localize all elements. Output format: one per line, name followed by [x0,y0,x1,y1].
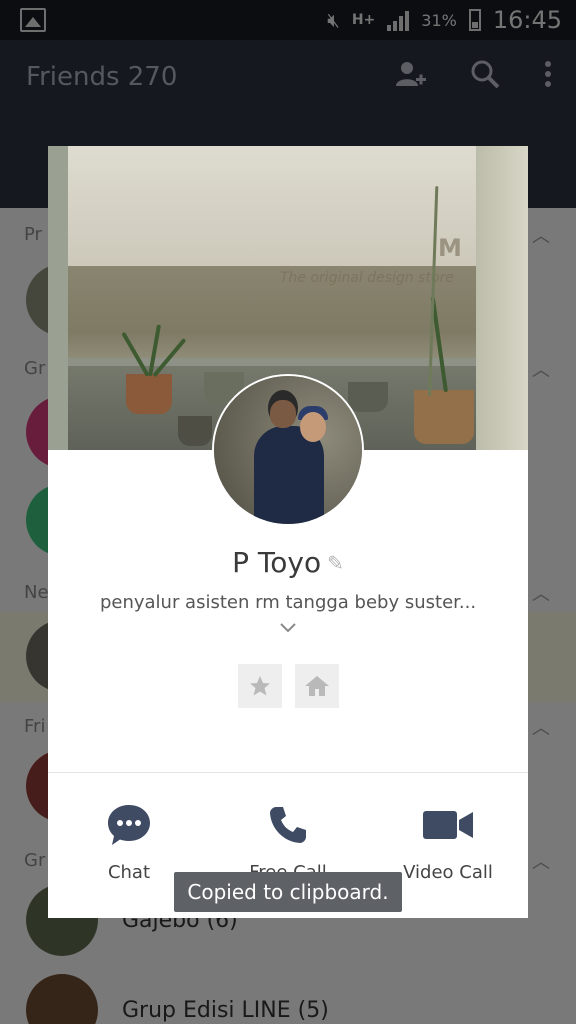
video-call-label: Video Call [403,862,493,883]
home-icon [305,676,329,696]
profile-name: P Toyo [232,546,322,579]
video-camera-icon [423,811,473,839]
watermark-logo: M [438,234,462,262]
favorite-button[interactable] [238,664,282,708]
watermark-text: The original design store [280,270,454,286]
phone-icon [270,807,306,843]
free-call-button[interactable]: Free Call [228,802,348,883]
profile-avatar[interactable] [212,374,364,526]
profile-dialog: M The original design store P Toyo ✎ peny… [48,146,528,918]
toast-message: Copied to clipboard. [174,872,402,912]
chat-button[interactable]: Chat [69,802,189,883]
status-message: penyalur asisten rm tangga beby suster..… [99,592,477,613]
star-icon [250,676,270,696]
chevron-down-icon[interactable] [278,618,298,638]
video-call-button[interactable]: Video Call [388,802,508,883]
chat-bubble-icon [108,805,150,845]
edit-pencil-icon[interactable]: ✎ [327,551,344,575]
chat-label: Chat [107,862,151,883]
home-button[interactable] [295,664,339,708]
divider [48,772,528,773]
